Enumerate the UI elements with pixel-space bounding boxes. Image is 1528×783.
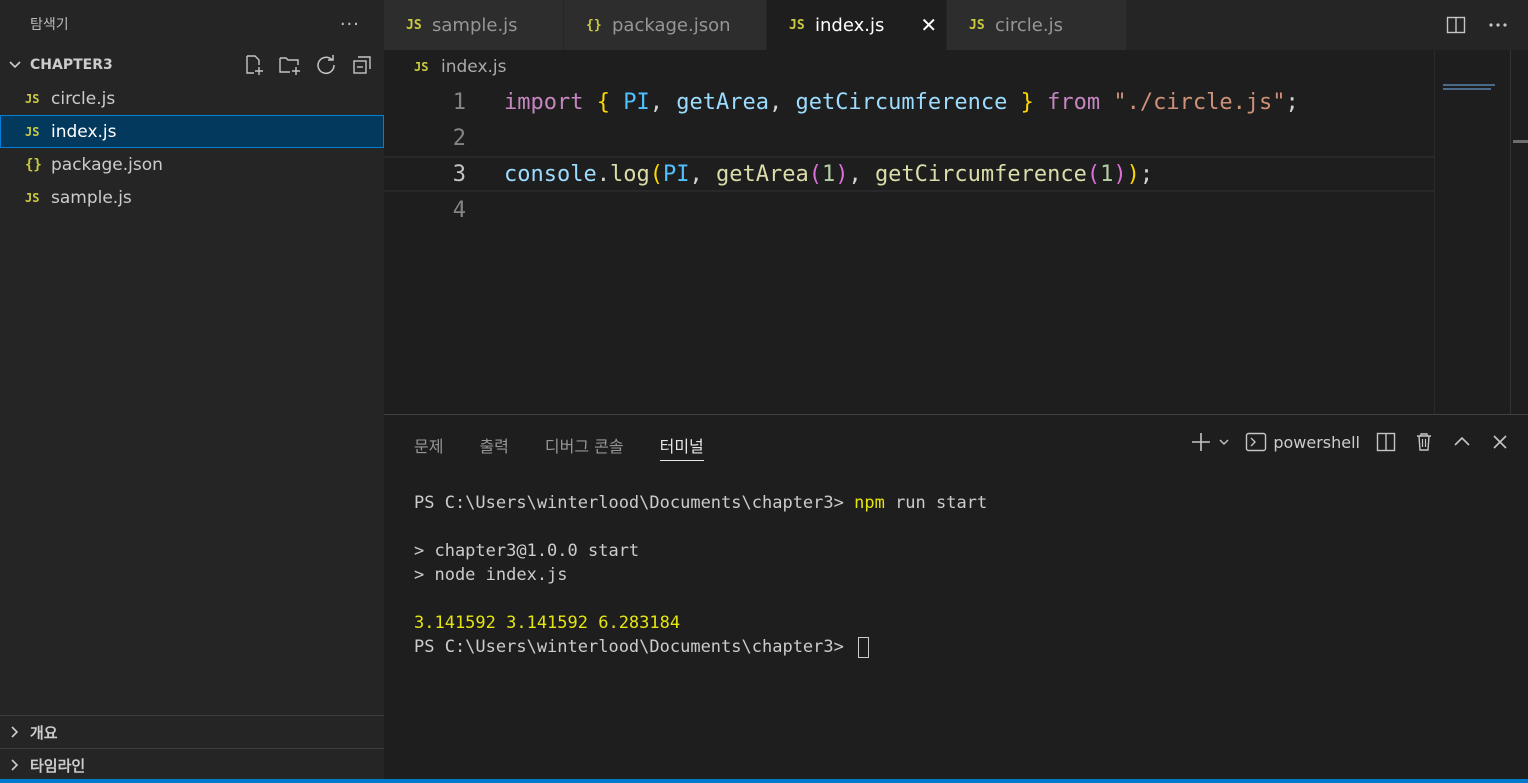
js-file-icon: JS [25, 91, 40, 106]
file-label: package.json [51, 154, 163, 175]
terminal-result: 3.141592 3.141592 6.283184 [414, 613, 681, 633]
tab-label: package.json [612, 14, 731, 36]
panel-actions: powershell [1189, 427, 1512, 457]
tab-circle-js[interactable]: JS circle.js [947, 0, 1127, 50]
breadcrumb[interactable]: JS index.js [414, 52, 507, 82]
explorer-sidebar: 탐색기 ··· CHAPTER3 JS circle.js JS index.j… [0, 0, 384, 783]
explorer-title: 탐색기 [30, 17, 69, 33]
line-number: 4 [452, 197, 466, 223]
refresh-icon[interactable] [314, 53, 338, 77]
terminal-icon [1246, 432, 1267, 452]
bottom-panel: 문제 출력 디버그 콘솔 터미널 powershell PS C:\Users\… [384, 414, 1528, 779]
outline-label: 개요 [30, 723, 58, 742]
code-text: console.log(PI, getArea(1), getCircumfer… [504, 161, 1154, 187]
more-actions-icon[interactable] [1486, 13, 1510, 37]
outline-section[interactable]: 개요 [0, 715, 384, 748]
file-circle-js[interactable]: JS circle.js [0, 82, 384, 115]
new-folder-icon[interactable] [278, 53, 302, 77]
code-line-3: 3 console.log(PI, getArea(1), getCircumf… [384, 156, 1434, 192]
chevron-down-icon [6, 56, 24, 74]
tab-problems[interactable]: 문제 [414, 429, 443, 461]
code-editor[interactable]: 1 import { PI, getArea, getCircumference… [384, 84, 1434, 414]
json-file-icon: {} [586, 17, 602, 33]
collapse-all-icon[interactable] [350, 53, 374, 77]
code-text: import { PI, getArea, getCircumference }… [504, 89, 1299, 115]
shell-label: powershell [1273, 432, 1360, 452]
terminal-line: PS C:\Users\winterlood\Documents\chapter… [414, 635, 987, 659]
terminal-shell-selector[interactable]: powershell [1245, 431, 1360, 453]
breadcrumb-file: index.js [441, 57, 507, 77]
chevron-right-icon [8, 724, 24, 740]
file-label: index.js [51, 121, 117, 142]
minimap[interactable] [1434, 50, 1510, 414]
js-file-icon: JS [789, 17, 805, 33]
file-label: sample.js [51, 187, 132, 208]
terminal-line-empty [414, 515, 987, 539]
close-icon[interactable] [1488, 430, 1512, 454]
terminal-line: PS C:\Users\winterlood\Documents\chapter… [414, 493, 988, 513]
chevron-up-icon[interactable] [1450, 430, 1474, 454]
js-file-icon: JS [969, 17, 985, 33]
json-file-icon: {} [25, 156, 42, 173]
js-file-icon: JS [25, 190, 40, 205]
tab-label: circle.js [995, 14, 1063, 36]
code-line-2: 2 [384, 120, 1434, 156]
folder-chapter3[interactable]: CHAPTER3 [0, 48, 384, 82]
chevron-right-icon [8, 757, 24, 773]
editor-tabs: JS sample.js {} package.json JS index.js… [384, 0, 1528, 50]
line-number: 2 [452, 125, 466, 151]
file-package-json[interactable]: {} package.json [0, 148, 384, 181]
terminal-cursor [858, 636, 870, 658]
tab-package-json[interactable]: {} package.json [564, 0, 767, 50]
minimap-line [1443, 84, 1495, 86]
more-actions-icon[interactable]: ··· [340, 14, 360, 35]
terminal-line: > chapter3@1.0.0 start [414, 541, 640, 561]
split-editor-icon[interactable] [1444, 13, 1468, 37]
folder-label: CHAPTER3 [30, 57, 113, 73]
js-file-icon: JS [414, 60, 429, 74]
status-bar-accent [0, 779, 1528, 783]
terminal-line: > node index.js [414, 565, 568, 585]
timeline-label: 타임라인 [30, 756, 86, 775]
file-sample-js[interactable]: JS sample.js [0, 181, 384, 214]
folder-actions [242, 53, 384, 77]
tab-output[interactable]: 출력 [479, 429, 508, 461]
tab-actions [1444, 0, 1510, 50]
explorer-header: 탐색기 ··· [0, 0, 384, 48]
editor-scrollbar[interactable] [1510, 50, 1528, 414]
js-file-icon: JS [406, 17, 422, 33]
new-terminal-icon[interactable] [1189, 430, 1213, 454]
tab-label: sample.js [432, 14, 518, 36]
new-file-icon[interactable] [242, 53, 266, 77]
split-terminal-icon[interactable] [1374, 430, 1398, 454]
terminal-line-empty [414, 587, 987, 611]
close-icon[interactable]: ✕ [920, 13, 937, 37]
code-line-1: 1 import { PI, getArea, getCircumference… [384, 84, 1434, 120]
timeline-section[interactable]: 타임라인 [0, 748, 384, 781]
file-index-js[interactable]: JS index.js [0, 115, 384, 148]
js-file-icon: JS [25, 124, 40, 139]
file-label: circle.js [51, 88, 116, 109]
tab-terminal[interactable]: 터미널 [659, 429, 704, 461]
tab-sample-js[interactable]: JS sample.js [384, 0, 564, 50]
tab-debug-console[interactable]: 디버그 콘솔 [545, 429, 624, 461]
tab-index-js[interactable]: JS index.js ✕ [767, 0, 947, 50]
trash-icon[interactable] [1412, 430, 1436, 454]
terminal-output[interactable]: PS C:\Users\winterlood\Documents\chapter… [414, 491, 987, 659]
code-line-4: 4 [384, 192, 1434, 228]
tab-label: index.js [815, 14, 885, 36]
minimap-line [1443, 88, 1491, 90]
line-number: 3 [452, 161, 466, 187]
scrollbar-thumb[interactable] [1513, 140, 1528, 143]
panel-tabs: 문제 출력 디버그 콘솔 터미널 [414, 429, 704, 461]
chevron-down-icon[interactable] [1217, 430, 1231, 454]
line-number: 1 [452, 89, 466, 115]
